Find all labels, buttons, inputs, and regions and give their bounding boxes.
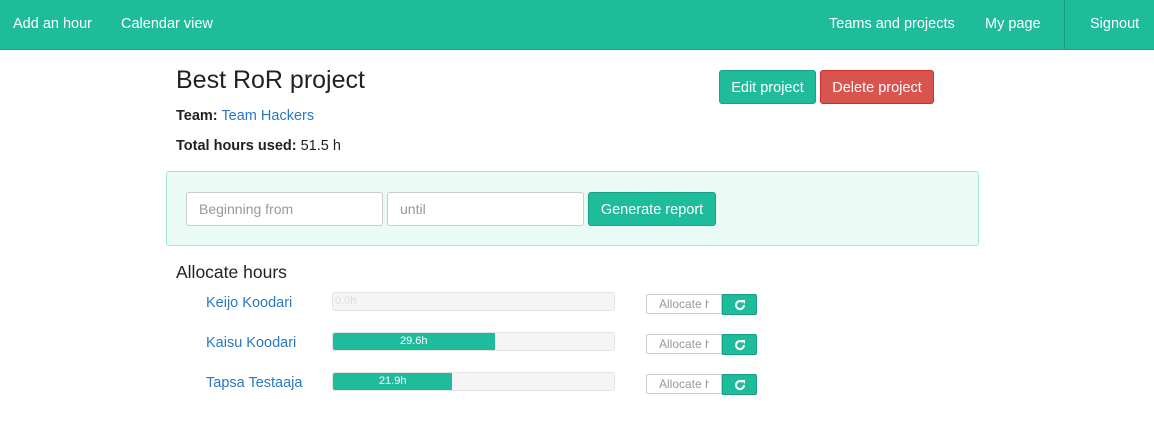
- beginning-from-input[interactable]: [186, 192, 383, 226]
- hours-progress-bar: 0.0h: [335, 295, 357, 307]
- project-title: Best RoR project: [176, 66, 365, 94]
- hours-progress-bar: 21.9h: [333, 373, 453, 390]
- member-name-link[interactable]: Kaisu Koodari: [206, 335, 296, 351]
- report-panel: Generate report: [166, 171, 979, 246]
- top-navbar: Add an hour Calendar view Teams and proj…: [0, 0, 1154, 50]
- hours-progress-bar: 29.6h: [333, 333, 495, 350]
- hours-progress: 0.0h: [332, 292, 615, 311]
- allocate-refresh-button[interactable]: [722, 294, 757, 315]
- refresh-icon: [735, 380, 746, 391]
- nav-signout-link[interactable]: Signout: [1090, 0, 1139, 49]
- team-label: Team:: [176, 108, 218, 124]
- nav-add-hour-link[interactable]: Add an hour: [13, 0, 92, 49]
- delete-project-button[interactable]: Delete project: [820, 70, 934, 104]
- nav-divider: [1064, 0, 1065, 49]
- refresh-icon: [735, 340, 746, 351]
- hours-progress: 29.6h: [332, 332, 615, 351]
- allocate-refresh-button[interactable]: [722, 374, 757, 395]
- total-hours-value: 51.5 h: [300, 138, 341, 154]
- edit-project-button[interactable]: Edit project: [719, 70, 816, 104]
- total-hours-label: Total hours used:: [176, 138, 297, 154]
- allocate-hours-input[interactable]: [646, 294, 722, 314]
- until-input[interactable]: [387, 192, 584, 226]
- team-info: Team: Team Hackers: [176, 108, 314, 124]
- nav-teams-projects-link[interactable]: Teams and projects: [829, 0, 955, 49]
- member-name-link[interactable]: Tapsa Testaaja: [206, 375, 302, 391]
- generate-report-button[interactable]: Generate report: [588, 192, 716, 226]
- nav-my-page-link[interactable]: My page: [985, 0, 1041, 49]
- nav-calendar-view-link[interactable]: Calendar view: [121, 0, 213, 49]
- team-link[interactable]: Team Hackers: [221, 108, 314, 124]
- allocate-hours-input[interactable]: [646, 334, 722, 354]
- allocate-refresh-button[interactable]: [722, 334, 757, 355]
- allocate-hours-title: Allocate hours: [176, 262, 287, 282]
- allocate-hours-input[interactable]: [646, 374, 722, 394]
- member-name-link[interactable]: Keijo Koodari: [206, 295, 292, 311]
- total-hours-info: Total hours used: 51.5 h: [176, 138, 341, 154]
- hours-progress: 21.9h: [332, 372, 615, 391]
- refresh-icon: [735, 300, 746, 311]
